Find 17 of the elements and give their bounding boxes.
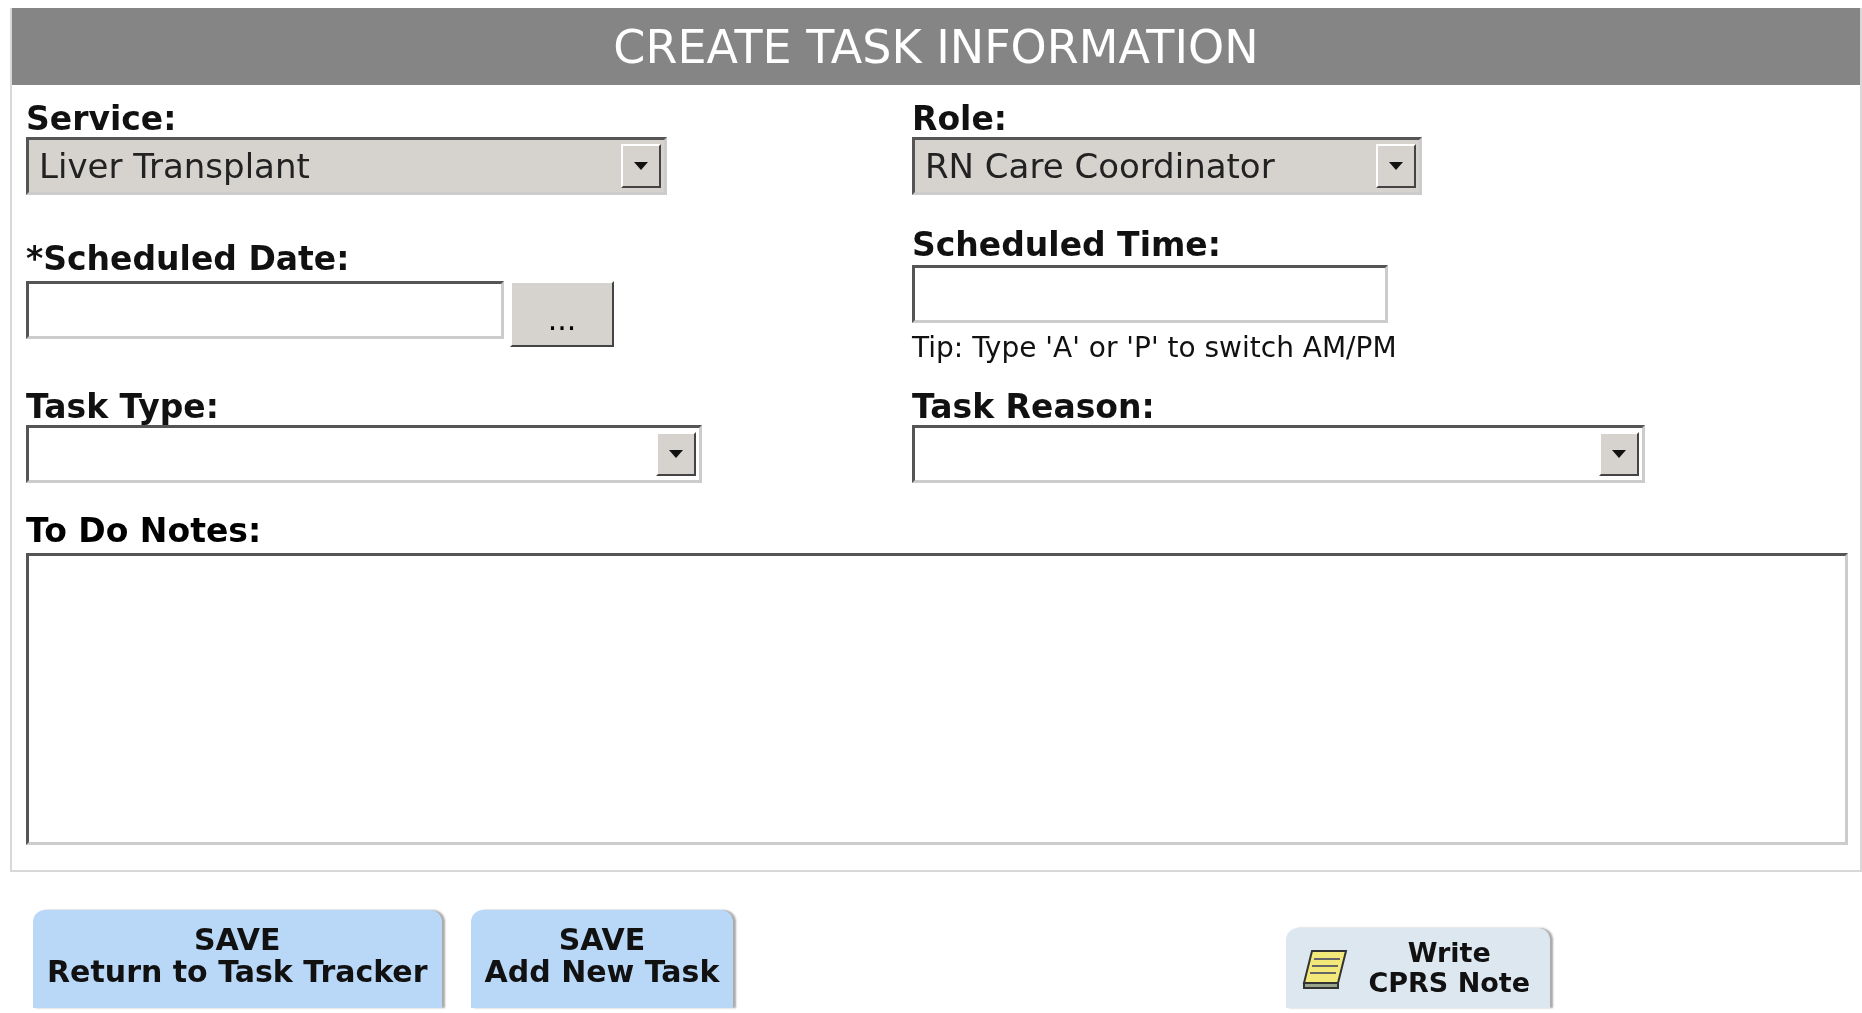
field-label: Service: — [26, 101, 177, 137]
field-label: Task Reason: — [912, 389, 1155, 425]
time-input-field[interactable] — [912, 265, 1388, 323]
field-label: *Scheduled Date: — [26, 241, 350, 277]
form-title: CREATE TASK INFORMATION — [12, 8, 1860, 85]
field-label: Scheduled Time: — [912, 227, 1221, 263]
field-label: To Do Notes: — [26, 513, 263, 549]
save-button[interactable]: SAVE Add New Task — [470, 910, 734, 1008]
hint-text: Tip: Type 'A' or 'P' to switch AM/PM — [912, 331, 1397, 364]
dropdown[interactable] — [26, 425, 702, 483]
save-button[interactable]: SAVE Return to Task Tracker — [33, 910, 442, 1008]
write-note-button[interactable]: Write CPRS Note — [1286, 928, 1550, 1008]
dropdown[interactable] — [912, 425, 1645, 483]
date-input-field[interactable] — [26, 281, 504, 339]
field-label: Task Type: — [26, 389, 219, 425]
field-label: Role: — [912, 101, 1007, 137]
date-picker-button[interactable]: ... — [510, 281, 614, 347]
